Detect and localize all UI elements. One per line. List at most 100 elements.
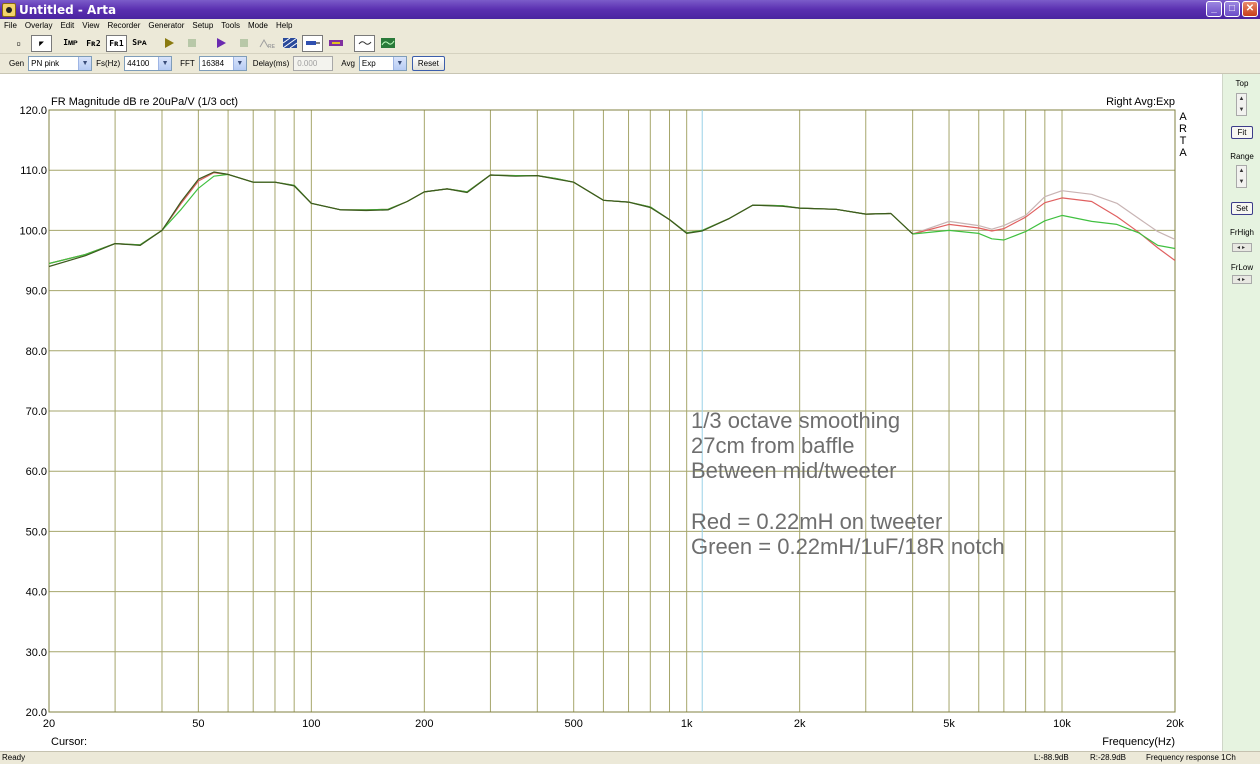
x-tick-label: 1k <box>681 718 693 730</box>
cursor-label: Cursor: <box>51 736 87 748</box>
x-tick-label: 2k <box>794 718 806 730</box>
play-icon[interactable] <box>158 35 179 52</box>
fr1-mode-button[interactable]: Fʀ1 <box>106 34 127 52</box>
top-spinner[interactable]: ▲ ▼ <box>1236 93 1247 116</box>
y-tick-label: 110.0 <box>20 165 47 177</box>
status-mode: Frequency response 1Ch <box>1146 753 1236 762</box>
side-panel: Top ▲ ▼ Fit Range ▲ ▼ Set FrHigh ◂▸ FrLow … <box>1222 74 1260 751</box>
color-icon[interactable] <box>325 35 346 52</box>
record-stop-icon[interactable] <box>233 35 254 52</box>
chevron-down-icon: ▼ <box>232 57 246 70</box>
cursor-icon[interactable] <box>302 34 323 52</box>
chevron-down-icon: ▼ <box>158 57 172 70</box>
x-tick-label: 50 <box>192 718 204 730</box>
impulse-mode-button[interactable]: Iᴍᴘ <box>60 35 81 52</box>
y-tick-label: 100.0 <box>19 225 47 237</box>
y-tick-label: 80.0 <box>26 346 47 358</box>
app-icon[interactable] <box>2 2 16 17</box>
grid <box>49 110 1175 712</box>
x-tick-label: 500 <box>565 718 583 730</box>
y-tick-label: 70.0 <box>26 406 47 418</box>
rec-icon[interactable]: REC <box>256 35 277 52</box>
menu-overlay[interactable]: Overlay <box>21 19 57 33</box>
y-tick-label: 90.0 <box>26 286 47 298</box>
range-spinner[interactable]: ▲ ▼ <box>1236 165 1247 188</box>
frhigh-label: FrHigh <box>1229 228 1254 237</box>
grid-icon[interactable] <box>279 35 300 52</box>
menu-help[interactable]: Help <box>272 19 296 33</box>
record-play-icon[interactable] <box>210 35 231 52</box>
fs-label: Fs(Hz) <box>96 59 121 68</box>
brand-letter: R <box>1179 123 1187 135</box>
fs-select[interactable]: 44100 ▼ <box>124 56 173 71</box>
x-tick-label: 100 <box>302 718 320 730</box>
frequency-response-chart[interactable]: 20.030.040.050.060.070.080.090.0100.0110… <box>0 74 1222 751</box>
chart-status-label: Right Avg:Exp <box>1106 96 1175 108</box>
window-controls: _ □ ✕ <box>1206 1 1258 17</box>
x-tick-label: 20 <box>43 718 55 730</box>
series <box>48 171 1176 268</box>
menu-generator[interactable]: Generator <box>144 19 188 33</box>
menu-mode[interactable]: Mode <box>244 19 272 33</box>
delay-label: Delay(ms) <box>252 59 290 68</box>
menu-view[interactable]: View <box>78 19 103 33</box>
plot-area[interactable]: 20.0 30.0 40.0 50.0 60.0 70.0 80.0 90.0 100.0 110… <box>0 74 1222 751</box>
y-tick-label: 120.0 <box>19 105 47 117</box>
scope-icon[interactable] <box>377 35 398 52</box>
set-button[interactable]: Set <box>1231 202 1253 215</box>
reset-button[interactable]: Reset <box>411 56 445 71</box>
annotation-line: 1/3 octave smoothing <box>691 408 900 433</box>
chart-title: FR Magnitude dB re 20uPa/V (1/3 oct) <box>51 96 238 108</box>
spa-mode-button[interactable]: Sᴘᴀ <box>129 35 150 52</box>
svg-text:REC: REC <box>268 44 275 49</box>
menu-setup[interactable]: Setup <box>188 19 217 33</box>
y-tick-label: 30.0 <box>26 647 47 659</box>
x-tick-label: 200 <box>415 718 433 730</box>
stop-icon[interactable] <box>181 35 202 52</box>
annotation-line: Green = 0.22mH/1uF/18R notch <box>691 534 1005 559</box>
brand-letter: T <box>1180 135 1187 147</box>
y-tick-label: 60.0 <box>26 466 47 478</box>
brand-letter: A <box>1179 147 1187 159</box>
minimize-button[interactable]: _ <box>1206 1 1222 17</box>
series-line <box>48 171 914 268</box>
menu-tools[interactable]: Tools <box>217 19 244 33</box>
avg-label: Avg <box>341 59 355 68</box>
title-bar[interactable]: Untitled - Arta _ □ ✕ <box>0 0 1260 19</box>
frlow-label: FrLow <box>1230 263 1254 272</box>
pointer-button[interactable]: ◤ <box>31 34 52 52</box>
status-right-level: R:-28.9dB <box>1090 753 1127 762</box>
menu-file[interactable]: File <box>0 19 21 33</box>
y-tick-label: 40.0 <box>26 587 47 599</box>
menu-bar: File Overlay Edit View Recorder Generato… <box>0 19 1260 33</box>
annotation: 1/3 octave smoothing 27cm from baffle Be… <box>691 408 1005 559</box>
fit-button[interactable]: Fit <box>1231 126 1253 139</box>
series-line <box>48 171 1176 265</box>
annotation-line: Between mid/tweeter <box>691 458 896 483</box>
delay-field[interactable]: 0.000 <box>293 56 334 71</box>
top-label: Top <box>1235 79 1249 88</box>
annotation-line: 27cm from baffle <box>691 433 854 458</box>
menu-recorder[interactable]: Recorder <box>103 19 144 33</box>
avg-select[interactable]: Exp ▼ <box>358 56 407 71</box>
overlay-icon[interactable] <box>354 34 375 52</box>
x-tick-label: 20k <box>1166 718 1184 730</box>
fft-label: FFT <box>180 59 195 68</box>
maximize-button[interactable]: □ <box>1224 1 1240 17</box>
frlow-spinner[interactable]: ◂▸ <box>1232 275 1252 284</box>
x-axis-label: Frequency(Hz) <box>1102 736 1175 748</box>
status-ready: Ready <box>2 753 26 762</box>
status-left-level: L:-88.9dB <box>1034 753 1069 762</box>
x-tick-label: 5k <box>943 718 955 730</box>
fr2-mode-button[interactable]: Fʀ2 <box>83 35 104 52</box>
close-button[interactable]: ✕ <box>1242 1 1258 17</box>
brand-letter: A <box>1179 111 1187 123</box>
new-file-button[interactable]: ▫ <box>8 35 29 52</box>
menu-edit[interactable]: Edit <box>56 19 78 33</box>
frhigh-spinner[interactable]: ◂▸ <box>1232 243 1252 252</box>
generator-bar: Gen PN pink ▼ Fs(Hz) 44100 ▼ FFT 16384 ▼ De… <box>0 54 1260 74</box>
chevron-down-icon: ▼ <box>392 57 406 70</box>
gen-select[interactable]: PN pink ▼ <box>28 56 93 71</box>
status-bar: Ready L:-88.9dB R:-28.9dB Frequency resp… <box>0 751 1260 764</box>
fft-select[interactable]: 16384 ▼ <box>198 56 247 71</box>
